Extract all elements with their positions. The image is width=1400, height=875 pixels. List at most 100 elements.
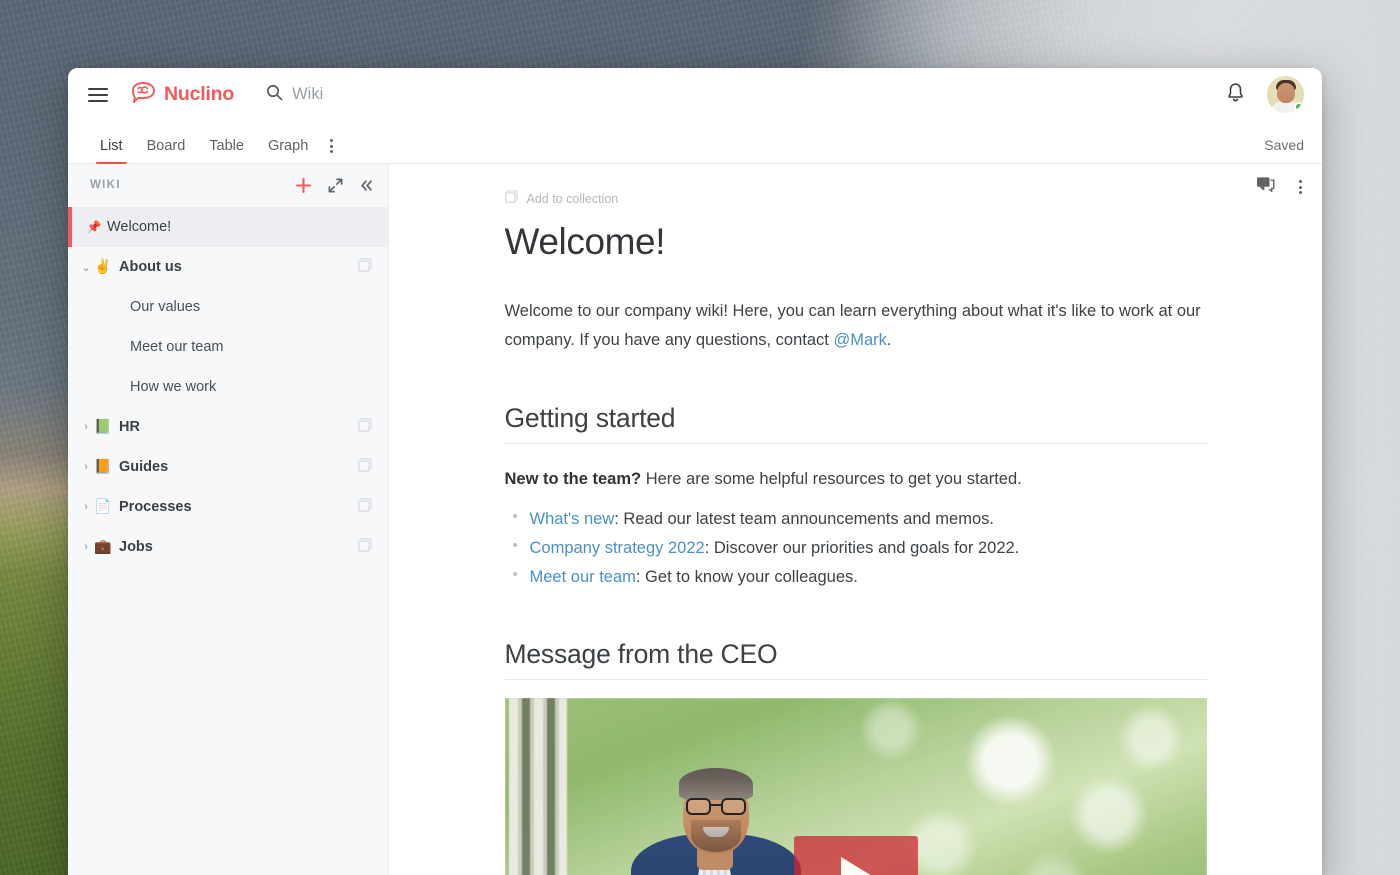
collection-square-icon[interactable] xyxy=(358,458,372,476)
play-triangle xyxy=(841,857,877,875)
save-status-label: Saved xyxy=(1264,137,1304,153)
sidebar-item-list: 📌 Welcome! ⌄ ✌️ About us Our values Meet… xyxy=(68,206,388,875)
sidebar-item-welcome[interactable]: 📌 Welcome! xyxy=(68,207,388,247)
collection-square-icon[interactable] xyxy=(358,498,372,516)
expand-icon[interactable] xyxy=(328,178,343,193)
intro-text-after: . xyxy=(886,331,892,350)
briefcase-emoji-icon: 💼 xyxy=(94,539,112,555)
search-icon xyxy=(266,84,283,106)
list-item: Company strategy 2022: Discover our prio… xyxy=(505,533,1207,563)
sidebar-item-about-us[interactable]: ⌄ ✌️ About us xyxy=(68,247,388,287)
list-item-text: : Discover our priorities and goals for … xyxy=(704,538,1020,557)
chevron-down-icon[interactable]: ⌄ xyxy=(78,261,94,274)
link-company-strategy-2022[interactable]: Company strategy 2022 xyxy=(530,539,705,557)
sidebar-title: WIKI xyxy=(90,179,121,191)
top-bar-right-actions xyxy=(1226,76,1304,113)
sidebar-item-meet-our-team[interactable]: Meet our team xyxy=(68,327,388,367)
chevron-right-icon[interactable]: › xyxy=(78,461,94,473)
list-item: What's new: Read our latest team announc… xyxy=(505,504,1207,534)
tab-table[interactable]: Table xyxy=(197,138,256,164)
tab-board[interactable]: Board xyxy=(135,138,198,164)
collection-square-icon[interactable] xyxy=(358,258,372,276)
tab-graph[interactable]: Graph xyxy=(256,138,320,164)
comment-bubble-icon[interactable] xyxy=(1256,176,1275,198)
sidebar-item-jobs[interactable]: › 💼 Jobs xyxy=(68,527,388,567)
sidebar-item-label: Jobs xyxy=(119,539,153,555)
chevron-right-icon[interactable]: › xyxy=(78,541,94,553)
chevron-double-left-icon[interactable] xyxy=(359,178,374,193)
tab-list[interactable]: List xyxy=(88,138,135,164)
sidebar-header: WIKI xyxy=(68,164,388,206)
video-person xyxy=(623,698,813,875)
chevron-right-icon[interactable]: › xyxy=(78,421,94,433)
nuclino-brand[interactable]: Nuclino xyxy=(130,81,234,108)
app-body: WIKI 📌 Welcome! ⌄ ✌️ About us Our values… xyxy=(68,164,1322,875)
sidebar-item-label: Welcome! xyxy=(107,219,172,235)
view-tab-bar: List Board Table Graph Saved xyxy=(68,121,1322,164)
person-beard xyxy=(690,819,741,852)
sidebar-actions xyxy=(295,177,374,194)
peace-hand-emoji-icon: ✌️ xyxy=(94,259,112,275)
sidebar-item-how-we-work[interactable]: How we work xyxy=(68,367,388,407)
list-item: Meet our team: Get to know your colleagu… xyxy=(505,562,1207,592)
search-value: Wiki xyxy=(292,85,324,103)
bell-icon[interactable] xyxy=(1226,82,1245,108)
avatar-online-status-dot xyxy=(1294,102,1304,112)
avatar-face xyxy=(1276,83,1295,103)
collection-square-icon xyxy=(504,190,518,207)
mention-mark-link[interactable]: @Mark xyxy=(833,331,886,349)
sidebar: WIKI 📌 Welcome! ⌄ ✌️ About us Our values… xyxy=(68,164,389,875)
chevron-right-icon[interactable]: › xyxy=(78,501,94,513)
add-to-collection-label: Add to collection xyxy=(526,191,619,206)
sidebar-item-label: How we work xyxy=(130,379,217,395)
orange-book-emoji-icon: 📙 xyxy=(94,459,112,475)
sidebar-item-label: Meet our team xyxy=(130,339,224,355)
green-book-emoji-icon: 📗 xyxy=(94,419,112,435)
page-title: Welcome! xyxy=(504,221,666,262)
person-hair xyxy=(678,767,753,800)
lead-rest-text: Here are some helpful resources to get y… xyxy=(641,469,1022,488)
sidebar-item-label: About us xyxy=(119,259,182,275)
collection-square-icon[interactable] xyxy=(358,538,372,556)
list-item-text: : Get to know your colleagues. xyxy=(635,567,858,586)
person-glasses xyxy=(684,797,748,816)
lead-bold-text: New to the team? xyxy=(504,469,642,488)
document-toolbar xyxy=(1256,176,1302,198)
sidebar-item-guides[interactable]: › 📙 Guides xyxy=(68,447,388,487)
sidebar-item-hr[interactable]: › 📗 HR xyxy=(68,407,388,447)
section-heading-message-from-the-ceo: Message from the CEO xyxy=(504,639,1207,680)
view-more-options-icon[interactable] xyxy=(320,139,343,163)
intro-paragraph: Welcome to our company wiki! Here, you c… xyxy=(505,297,1207,356)
sidebar-item-our-values[interactable]: Our values xyxy=(68,287,388,327)
search-input[interactable]: Wiki xyxy=(266,84,323,106)
link-meet-our-team[interactable]: Meet our team xyxy=(530,568,636,586)
document-more-options-icon[interactable] xyxy=(1299,180,1302,194)
section-heading-getting-started: Getting started xyxy=(504,403,1207,444)
add-to-collection-button[interactable]: Add to collection xyxy=(504,190,1207,207)
document-inner: Add to collection Welcome! Welcome to ou… xyxy=(504,190,1207,875)
nuclino-app-window: Nuclino Wiki List Board Table Graph Save… xyxy=(68,68,1322,875)
brand-name: Nuclino xyxy=(164,83,235,105)
sidebar-item-label: Guides xyxy=(119,459,169,475)
resources-bullet-list: What's new: Read our latest team announc… xyxy=(505,504,1207,592)
desktop-background: Nuclino Wiki List Board Table Graph Save… xyxy=(0,0,1400,875)
list-item-text: : Read our latest team announcements and… xyxy=(614,510,994,529)
hamburger-menu-icon[interactable] xyxy=(88,87,108,102)
document-content-area: Add to collection Welcome! Welcome to ou… xyxy=(389,164,1322,875)
pin-icon: 📌 xyxy=(86,220,102,234)
sidebar-item-label: Our values xyxy=(130,299,201,315)
video-window-bars xyxy=(508,697,567,875)
play-button-icon[interactable] xyxy=(793,835,918,875)
collection-square-icon[interactable] xyxy=(358,418,372,436)
sidebar-item-label: Processes xyxy=(119,499,192,515)
nuclino-brain-logo-icon xyxy=(130,81,157,108)
page-emoji-icon: 📄 xyxy=(94,499,112,515)
view-tabs: List Board Table Graph xyxy=(88,138,343,164)
video-building-wall xyxy=(505,697,633,875)
app-top-bar: Nuclino Wiki xyxy=(68,68,1322,121)
sidebar-item-processes[interactable]: › 📄 Processes xyxy=(68,487,388,527)
link-whats-new[interactable]: What's new xyxy=(530,510,615,528)
avatar[interactable] xyxy=(1267,76,1304,113)
ceo-video-embed[interactable] xyxy=(504,697,1207,875)
plus-icon[interactable] xyxy=(295,177,312,194)
